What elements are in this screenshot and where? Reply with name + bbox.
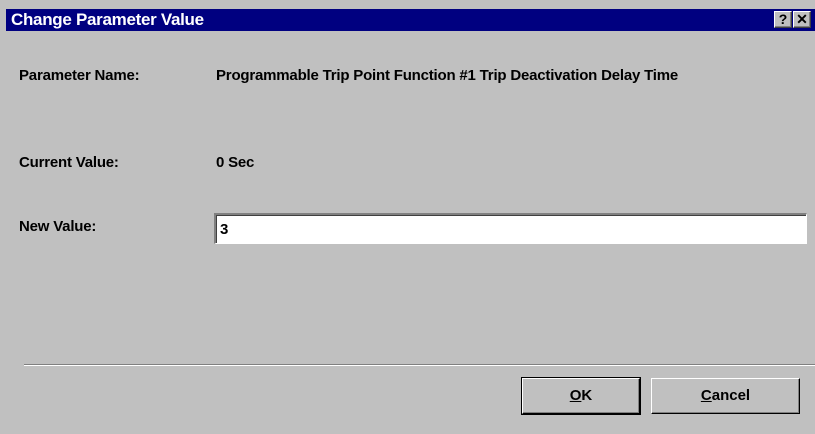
dialog-title: Change Parameter Value <box>11 10 204 29</box>
close-button[interactable]: ✕ <box>793 11 811 28</box>
ok-button[interactable]: OK <box>521 377 641 415</box>
parameter-name-value: Programmable Trip Point Function #1 Trip… <box>216 67 679 84</box>
cancel-button[interactable]: Cancel <box>651 378 800 414</box>
new-value-label: New Value: <box>19 218 97 235</box>
help-button[interactable]: ? <box>774 11 792 28</box>
cancel-button-label: Cancel <box>700 387 751 404</box>
current-value-value: 0 Sec <box>216 154 255 171</box>
ok-button-label: OK <box>569 387 593 404</box>
button-separator <box>24 364 815 366</box>
new-value-input[interactable] <box>214 213 807 244</box>
change-parameter-dialog: Change Parameter Value ? ✕ Parameter Nam… <box>0 0 815 434</box>
parameter-name-label: Parameter Name: <box>19 67 140 84</box>
title-bar[interactable]: Change Parameter Value ? ✕ <box>6 9 815 31</box>
close-icon: ✕ <box>796 11 808 27</box>
current-value-label: Current Value: <box>19 154 119 171</box>
help-icon: ? <box>778 11 788 27</box>
